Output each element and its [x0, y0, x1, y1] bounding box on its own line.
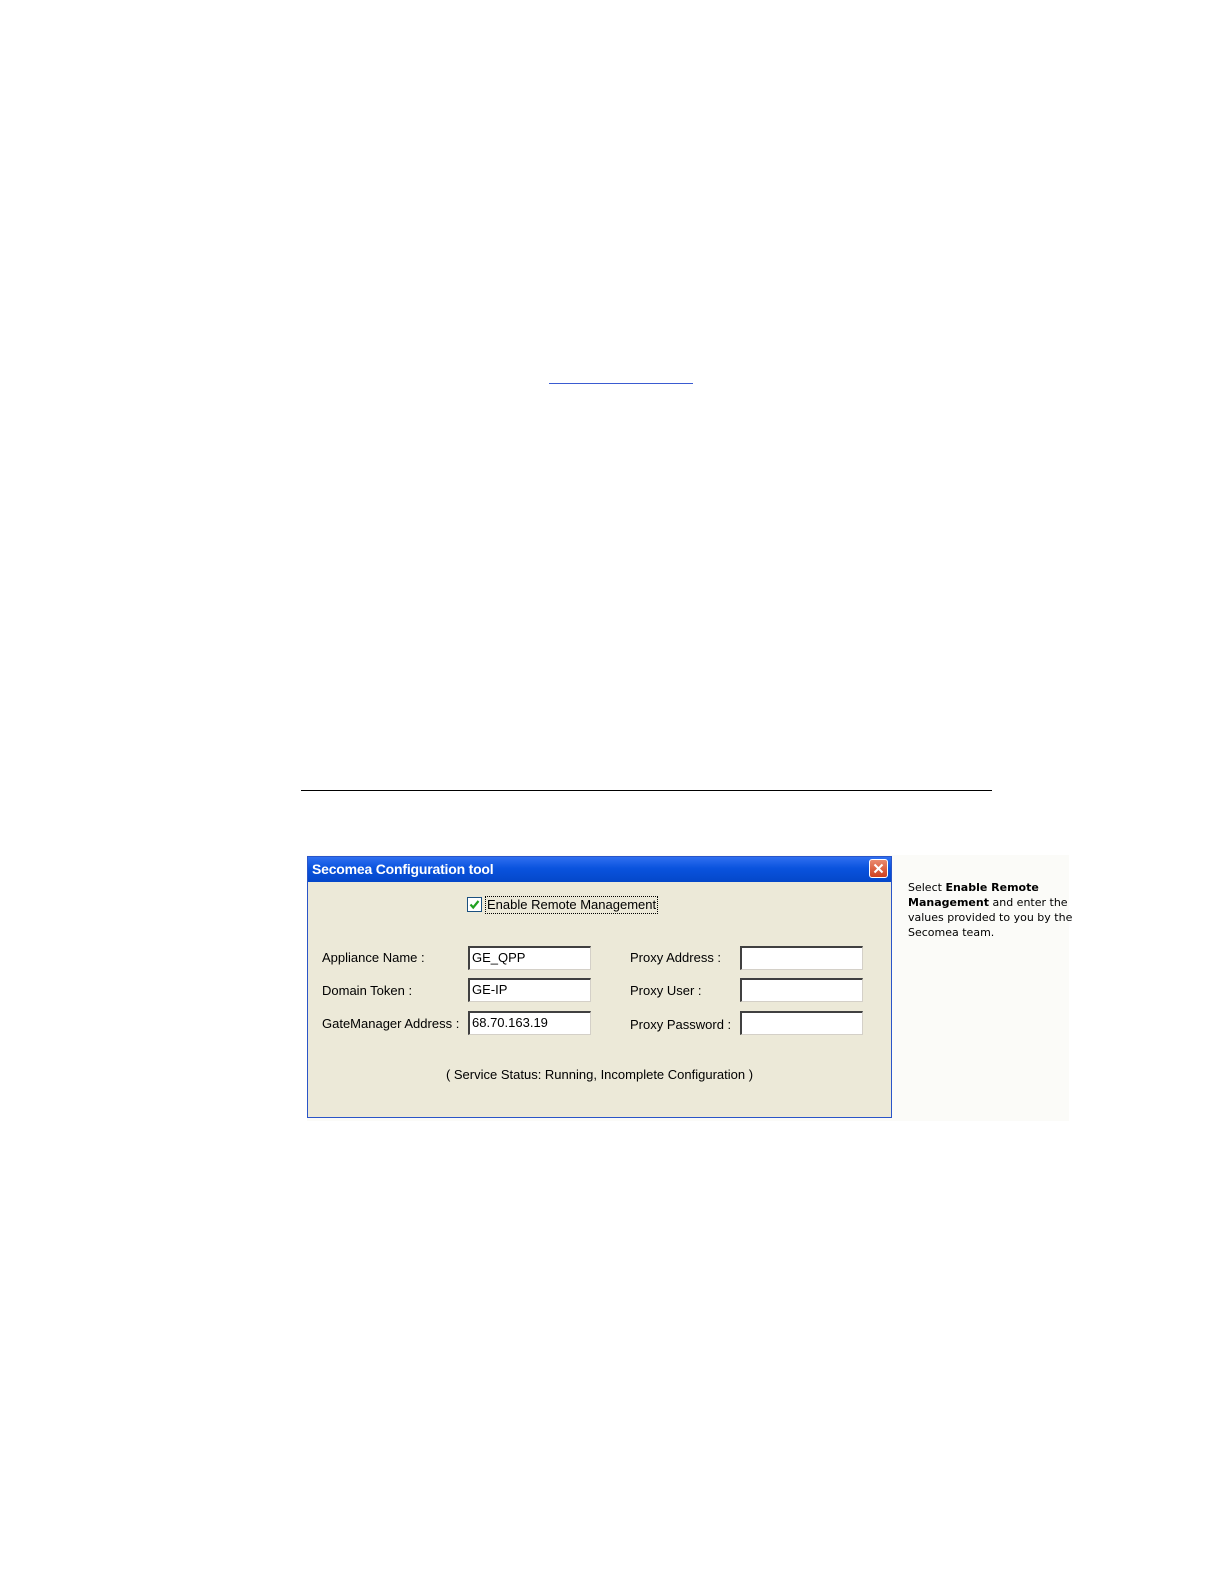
- checkmark-icon: [469, 900, 480, 910]
- domain-token-input[interactable]: GE-IP: [468, 978, 591, 1002]
- domain-token-label: Domain Token :: [322, 983, 413, 998]
- proxy-user-input[interactable]: [740, 978, 863, 1002]
- appliance-name-input[interactable]: GE_QPP: [468, 946, 591, 970]
- gatemanager-address-label: GateManager Address :: [322, 1016, 460, 1031]
- instruction-callout: Select Enable Remote Management and ente…: [908, 880, 1073, 940]
- section-divider: [301, 790, 992, 791]
- proxy-password-input[interactable]: [740, 1011, 863, 1035]
- link-underline[interactable]: [549, 383, 693, 384]
- proxy-password-label: Proxy Password :: [630, 1017, 732, 1032]
- configuration-dialog: Secomea Configuration tool Enable Remote…: [307, 856, 892, 1118]
- gatemanager-address-input[interactable]: 68.70.163.19: [468, 1011, 591, 1035]
- dialog-title: Secomea Configuration tool: [312, 861, 494, 877]
- proxy-address-input[interactable]: [740, 946, 863, 970]
- service-status: ( Service Status: Running, Incomplete Co…: [445, 1067, 754, 1082]
- appliance-name-label: Appliance Name :: [322, 950, 425, 965]
- callout-prefix: Select: [908, 881, 946, 894]
- close-icon: [873, 863, 884, 874]
- enable-remote-management-checkbox[interactable]: [467, 897, 482, 912]
- proxy-user-label: Proxy User :: [630, 983, 702, 998]
- close-button[interactable]: [869, 859, 888, 878]
- proxy-address-label: Proxy Address :: [630, 950, 722, 965]
- dialog-titlebar[interactable]: Secomea Configuration tool: [308, 857, 891, 882]
- enable-remote-management-label[interactable]: Enable Remote Management: [485, 896, 659, 914]
